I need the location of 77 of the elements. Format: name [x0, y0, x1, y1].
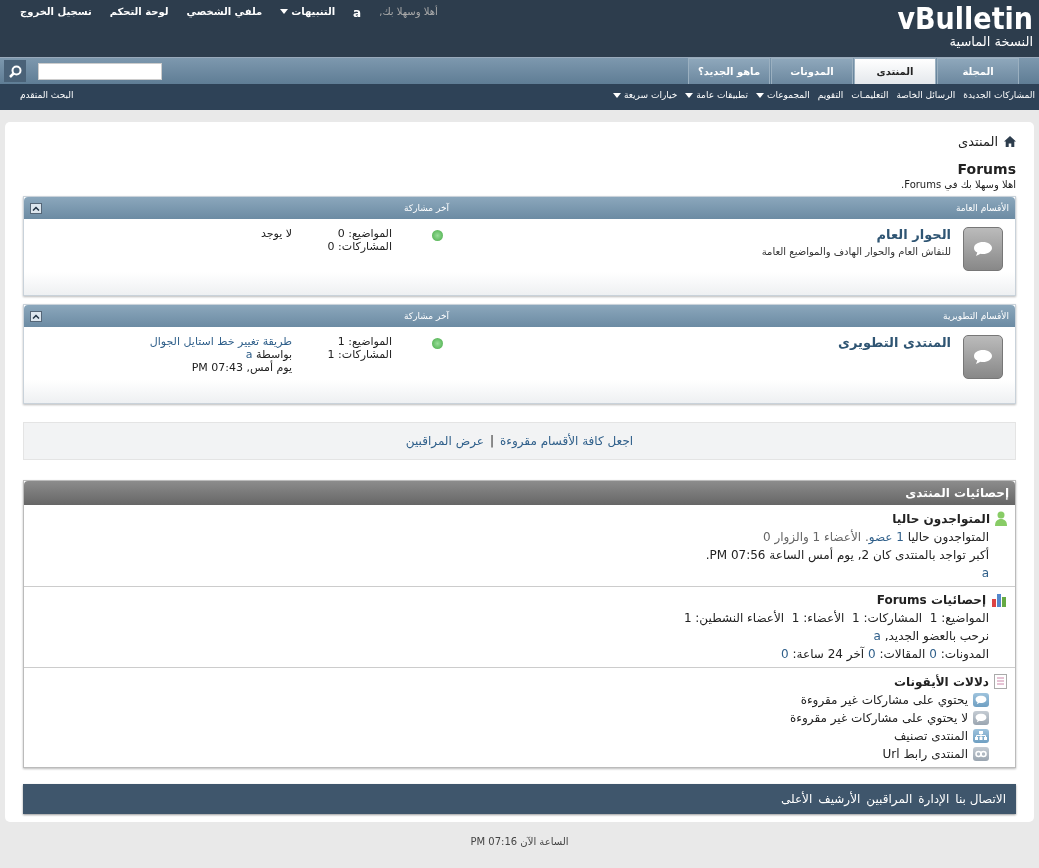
sub-nav-link[interactable]: المشاركات الجديدة [963, 90, 1035, 100]
page-title: Forums [956, 161, 1016, 177]
search-button[interactable] [4, 60, 26, 82]
forum-title-link[interactable]: المنتدى التطويرى [455, 335, 951, 350]
status-check-icon [432, 338, 443, 349]
last-post-time: يوم أمس, 07:43 PM [190, 361, 292, 374]
author-link[interactable]: a [245, 348, 253, 361]
status-check-icon [432, 230, 443, 241]
collapse-button[interactable] [30, 202, 42, 214]
home-icon[interactable] [1004, 136, 1016, 147]
nav-tab[interactable]: المنتدى [854, 58, 936, 84]
collapse-button[interactable] [30, 310, 42, 322]
header-link[interactable]: تسجيل الخروج [20, 6, 92, 17]
user-link[interactable]: a [981, 566, 989, 580]
count-link[interactable]: 0 [781, 647, 789, 661]
sub-nav-link[interactable]: خيارات سريعة [612, 90, 678, 100]
footer-link[interactable]: الاتصال بنا [955, 792, 1006, 806]
speech-bubble-icon [973, 711, 989, 725]
moderators-link[interactable]: عرض المراقبين [405, 434, 484, 448]
topics-count: المواضيع: 1 [336, 335, 392, 348]
forum-title-link[interactable]: الحوار العام [455, 227, 951, 242]
footer-link[interactable]: الإدارة [918, 792, 950, 806]
caret-icon [612, 92, 621, 98]
search-field[interactable] [38, 62, 162, 80]
speech-bubble-icon [963, 227, 1003, 271]
sub-nav-link[interactable]: التقويم [817, 90, 844, 100]
section-title: المتواجدون حاليا [892, 511, 990, 526]
advanced-search-link[interactable]: البحث المتقدم [20, 90, 74, 100]
caret-icon [756, 92, 764, 98]
speech-bubble-icon [963, 335, 1003, 379]
header-link[interactable]: لوحة التحكم [109, 6, 169, 17]
search-icon [8, 64, 22, 78]
breadcrumb-text[interactable]: المنتدى [958, 134, 998, 149]
last-post-empty: لا يوجد [260, 227, 292, 240]
topics-count: المواضيع: 0 [336, 227, 392, 240]
footer-link[interactable]: المراقبين [866, 792, 913, 806]
footer-link[interactable]: الأعلى [780, 792, 813, 806]
user-icon [995, 511, 1007, 526]
forum-description: للنقاش العام والحوار الهادف والمواضيع العامة [760, 246, 951, 257]
last-post-link[interactable]: طريقة تغيير خط استايل الجوال [149, 335, 292, 348]
forum-stats-text: المواضيع: 1 المشاركات: 1 الأعضاء: 1 الأعضاء النشطين: 1 [682, 611, 989, 625]
user-link[interactable]: a [873, 629, 881, 643]
greeting-text: أهلا وسهلا بك, [379, 6, 438, 17]
legend-text: لا يحتوي على مشاركات غير مقروءة [790, 711, 968, 725]
legend-text: يحتوي على مشاركات غير مقروءة [800, 693, 968, 707]
legend-text: المنتدى رابط Url [882, 747, 968, 761]
welcome-text: اهلا وسهلا بك في Forums. [900, 179, 1016, 190]
separator-text: | [489, 434, 494, 448]
sub-nav-link[interactable]: الرسائل الخاصة [896, 90, 956, 100]
logo-subtitle: النسخة الماسية [949, 34, 1033, 49]
header-link[interactable]: التنبيهات [280, 6, 336, 17]
bar-chart-icon [991, 593, 1007, 607]
caret-icon [280, 9, 289, 14]
column-header: آخر مشاركة [403, 311, 449, 321]
record-text: أكبر تواجد بالمنتدى كان 2, يوم أمس الساعة 07:56 PM. [704, 548, 989, 562]
caret-icon [685, 92, 694, 98]
username-link[interactable]: a [353, 6, 362, 20]
footer-link[interactable]: الأرشيف [818, 792, 861, 806]
legend-text: المنتدى تصنيف [893, 729, 968, 743]
column-header: آخر مشاركة [403, 203, 449, 213]
header-link[interactable]: ملفي الشخصي [186, 6, 263, 17]
logo-text: vBulletin [897, 4, 1033, 34]
count-link[interactable]: 0 [868, 647, 876, 661]
section-title: إحصائيات Forums [876, 593, 986, 607]
section-title: دلالات الأيقونات [893, 674, 989, 689]
sub-nav-link[interactable]: المجموعات [756, 90, 810, 100]
current-time-text: الساعة الآن 07:16 PM [469, 836, 570, 847]
chain-link-icon [973, 747, 989, 761]
count-link[interactable]: 0 [929, 647, 937, 661]
stats-header: إحصائيات المنتدى [24, 481, 1015, 505]
mark-read-link[interactable]: اجعل كافة الأقسام مقروءة [500, 434, 634, 448]
speech-bubble-icon [973, 693, 989, 707]
sitemap-icon [973, 729, 989, 743]
sub-nav-link[interactable]: التعليمـات [851, 90, 889, 100]
sub-nav-link[interactable]: تطبيقات عامة [685, 90, 748, 100]
document-list-icon [994, 674, 1007, 689]
online-users-text: المتواجدون حاليا 1 عضو. الأعضاء 1 والزوار 0 [761, 530, 989, 544]
